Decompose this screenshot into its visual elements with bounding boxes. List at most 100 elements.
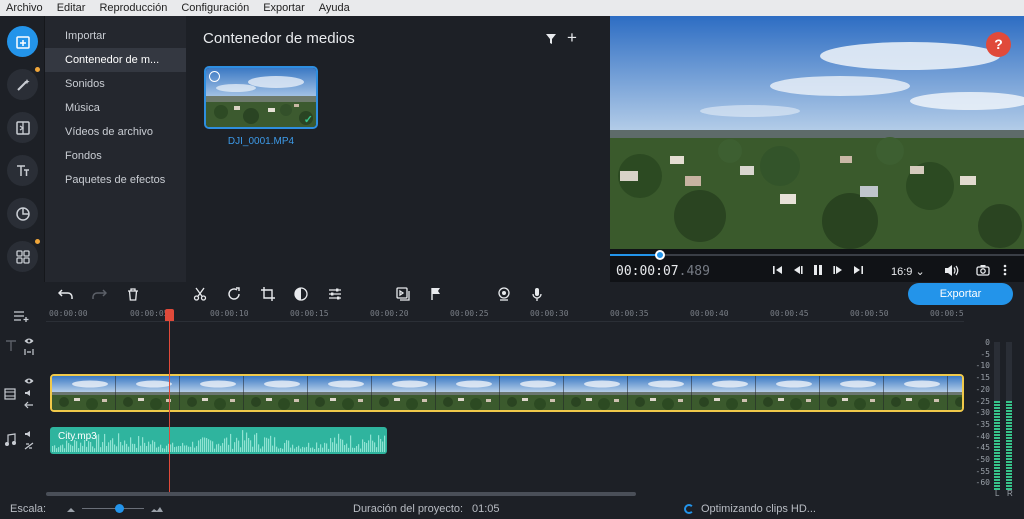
speaker-icon[interactable]	[24, 430, 34, 438]
menu-editar[interactable]: Editar	[57, 2, 86, 14]
scale-label: Escala:	[10, 503, 47, 515]
playback-progress-bar[interactable]	[610, 254, 1024, 256]
meter-scale-label: -5	[980, 349, 990, 359]
skip-end-icon	[854, 266, 863, 274]
magic-tool-button[interactable]	[7, 67, 40, 100]
redo-button[interactable]	[90, 285, 108, 303]
eye-icon[interactable]	[24, 337, 34, 345]
link-icon[interactable]	[24, 348, 34, 356]
transitions-tool-button[interactable]	[7, 112, 38, 143]
chevron-down-icon: ⌄	[915, 266, 925, 278]
more-options-button[interactable]	[1003, 264, 1007, 279]
ruler-tick: 00:00:15	[290, 309, 329, 318]
meter-scale-label: -60	[975, 478, 990, 488]
category-fondos[interactable]: Fondos	[45, 144, 186, 168]
audio-waveform	[52, 430, 386, 452]
import-tool-button[interactable]	[7, 26, 38, 57]
import-icon	[15, 35, 30, 49]
volume-button[interactable]	[944, 264, 960, 280]
menu-exportar[interactable]: Exportar	[263, 2, 305, 14]
delete-button[interactable]	[124, 285, 142, 303]
eye-icon[interactable]	[24, 377, 34, 385]
category-effect-packs[interactable]: Paquetes de efectos	[45, 168, 186, 192]
project-duration-label: Duración del proyecto:	[353, 503, 464, 515]
stickers-tool-button[interactable]	[7, 198, 38, 229]
playback-progress-fill	[610, 254, 660, 256]
crop-icon	[261, 287, 275, 301]
category-importar[interactable]: Importar	[45, 24, 186, 48]
aerial-thumbnail-image	[206, 68, 316, 127]
skip-start-icon	[773, 266, 782, 274]
export-button[interactable]: Exportar	[908, 283, 1013, 305]
filter-button[interactable]	[545, 32, 557, 50]
clip-properties-button[interactable]	[326, 285, 344, 303]
aspect-ratio-selector[interactable]: 16:9 ⌄	[891, 265, 925, 278]
left-channel-level	[994, 401, 1000, 490]
audio-clip[interactable]: City.mp3	[50, 427, 387, 454]
camera-icon	[976, 265, 990, 276]
preview-panel: ? 00:00:07.489 16:9 ⌄	[610, 16, 1024, 282]
text-icon	[16, 164, 29, 176]
stabilize-button[interactable]	[394, 285, 412, 303]
tool-sidebar	[0, 16, 45, 282]
timeline[interactable]: City.mp3	[0, 322, 964, 492]
undo-button[interactable]	[57, 285, 75, 303]
link-icon[interactable]	[24, 442, 34, 450]
split-button[interactable]	[191, 285, 209, 303]
menu-configuracion[interactable]: Configuración	[181, 2, 249, 14]
right-channel-meter	[1006, 342, 1012, 490]
checkmark-icon: ✓	[303, 114, 313, 126]
ruler-tick: 00:00:5	[930, 309, 964, 318]
timeline-horizontal-scrollbar[interactable]	[46, 492, 636, 496]
ruler-tick: 00:00:10	[210, 309, 249, 318]
filter-icon	[546, 34, 556, 44]
crop-button[interactable]	[259, 285, 277, 303]
rotate-button[interactable]	[225, 285, 243, 303]
menu-ayuda[interactable]: Ayuda	[319, 2, 350, 14]
playback-progress-handle[interactable]	[654, 250, 665, 260]
zoom-in-icon[interactable]	[150, 504, 164, 513]
category-sonidos[interactable]: Sonidos	[45, 72, 186, 96]
stabilize-icon	[396, 287, 410, 301]
frame-forward-button[interactable]	[832, 264, 844, 279]
frame-back-button[interactable]	[792, 264, 804, 279]
add-media-button[interactable]: +	[567, 29, 577, 46]
left-channel-meter	[994, 342, 1000, 490]
sliders-icon	[329, 288, 341, 300]
ruler-tick: 00:00:45	[770, 309, 809, 318]
grid-icon	[15, 249, 30, 264]
arrow-left-icon[interactable]	[24, 401, 34, 409]
category-stock-videos[interactable]: Vídeos de archivo	[45, 120, 186, 144]
timeline-ruler[interactable]: 00:00:00 00:00:05 00:00:10 00:00:15 00:0…	[46, 306, 964, 322]
frame-back-icon	[794, 266, 803, 274]
speaker-icon[interactable]	[24, 389, 34, 397]
video-clip[interactable]	[50, 374, 964, 412]
menu-reproduccion[interactable]: Reproducción	[99, 2, 167, 14]
more-tools-button[interactable]	[7, 239, 40, 272]
text-track-icon	[6, 340, 16, 351]
meter-scale-label: -45	[975, 443, 990, 453]
zoom-slider-handle[interactable]	[115, 504, 124, 513]
playhead-line[interactable]	[169, 309, 170, 492]
meter-scale-label: -30	[975, 408, 990, 418]
snapshot-button[interactable]	[976, 264, 990, 279]
zoom-out-icon[interactable]	[66, 505, 76, 513]
marker-button[interactable]	[427, 285, 445, 303]
record-voice-button[interactable]	[528, 285, 546, 303]
pause-button[interactable]	[812, 264, 824, 279]
contrast-icon	[294, 287, 308, 301]
category-musica[interactable]: Música	[45, 96, 186, 120]
skip-end-button[interactable]	[852, 264, 864, 279]
category-media-bin[interactable]: Contenedor de m...	[45, 48, 186, 72]
audio-clip-name: City.mp3	[58, 431, 97, 442]
media-thumbnail[interactable]: ✓	[204, 66, 318, 129]
import-categories: Importar Contenedor de m... Sonidos Músi…	[45, 16, 186, 282]
transitions-icon	[15, 120, 30, 135]
help-button[interactable]: ?	[986, 32, 1011, 57]
menu-archivo[interactable]: Archivo	[6, 2, 43, 14]
titles-tool-button[interactable]	[7, 155, 38, 186]
skip-start-button[interactable]	[772, 264, 784, 279]
record-webcam-button[interactable]	[495, 285, 513, 303]
color-adjust-button[interactable]	[292, 285, 310, 303]
zoom-slider[interactable]	[82, 508, 144, 509]
